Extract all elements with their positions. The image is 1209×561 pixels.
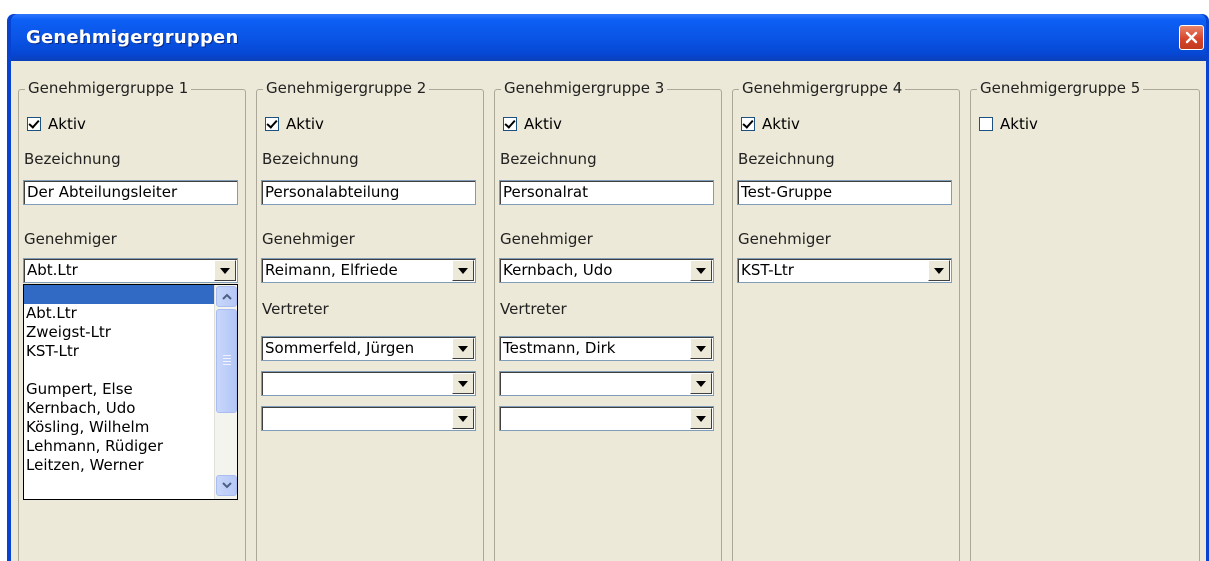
genehmiger-label: Genehmiger: [500, 230, 593, 248]
list-item[interactable]: Leitzen, Werner: [24, 456, 215, 475]
genehmiger-label: Genehmiger: [262, 230, 355, 248]
dropdown-button[interactable]: [690, 260, 712, 281]
chevron-down-icon: [458, 380, 468, 387]
chevron-down-icon: [458, 345, 468, 352]
aktiv-checkbox[interactable]: Aktiv: [979, 115, 1038, 133]
dropdown-button[interactable]: [214, 260, 236, 281]
aktiv-label: Aktiv: [286, 115, 324, 133]
vertreter-combo-2[interactable]: [499, 371, 714, 396]
close-icon: [1185, 31, 1198, 44]
vertreter-combo-3[interactable]: [499, 406, 714, 431]
checkbox-checked-icon[interactable]: [265, 117, 279, 131]
list-item[interactable]: Kösling, Wilhelm: [24, 418, 215, 437]
group-title: Genehmigergruppe 4: [739, 79, 906, 97]
group-title: Genehmigergruppe 5: [977, 79, 1144, 97]
genehmiger-label: Genehmiger: [24, 230, 117, 248]
group-5: Genehmigergruppe 5 Aktiv: [970, 79, 1200, 561]
genehmiger-value: Reimann, Elfriede: [265, 261, 398, 279]
title-bar[interactable]: Genehmigergruppen: [11, 14, 1206, 61]
dropdown-button[interactable]: [928, 260, 950, 281]
genehmiger-combo[interactable]: Abt.Ltr: [23, 258, 238, 283]
scroll-thumb[interactable]: [216, 309, 237, 413]
genehmiger-dropdown-list[interactable]: Abt.Ltr Zweigst-Ltr KST-Ltr Gumpert, Els…: [23, 284, 238, 500]
chevron-down-icon: [934, 267, 944, 274]
dialog-window: Genehmigergruppen Genehmigergruppe 1 Akt…: [7, 14, 1209, 561]
chevron-down-icon: [221, 482, 232, 489]
list-item[interactable]: [24, 285, 215, 304]
dropdown-button[interactable]: [452, 408, 474, 429]
group-title: Genehmigergruppe 3: [501, 79, 668, 97]
aktiv-checkbox[interactable]: Aktiv: [741, 115, 800, 133]
chevron-down-icon: [696, 345, 706, 352]
list-item[interactable]: Lehmann, Rüdiger: [24, 437, 215, 456]
window-title: Genehmigergruppen: [26, 27, 239, 48]
aktiv-label: Aktiv: [762, 115, 800, 133]
bezeichnung-label: Bezeichnung: [24, 150, 121, 168]
bezeichnung-field[interactable]: Test-Gruppe: [737, 180, 952, 205]
aktiv-checkbox[interactable]: Aktiv: [265, 115, 324, 133]
scrollbar[interactable]: [214, 285, 237, 499]
vertreter-label: Vertreter: [500, 300, 567, 318]
vertreter-combo-3[interactable]: [261, 406, 476, 431]
checkbox-unchecked-icon[interactable]: [979, 117, 993, 131]
dropdown-button[interactable]: [452, 338, 474, 359]
vertreter-combo-2[interactable]: [261, 371, 476, 396]
dropdown-button[interactable]: [690, 408, 712, 429]
vertreter-value: Testmann, Dirk: [503, 339, 616, 357]
genehmiger-combo[interactable]: Reimann, Elfriede: [261, 258, 476, 283]
genehmiger-value: KST-Ltr: [741, 261, 794, 279]
chevron-down-icon: [458, 267, 468, 274]
group-4: Genehmigergruppe 4 Aktiv Bezeichnung Tes…: [732, 79, 960, 561]
vertreter-combo-1[interactable]: Testmann, Dirk: [499, 336, 714, 361]
list-item[interactable]: KST-Ltr: [24, 342, 215, 361]
dialog-body: Genehmigergruppe 1 Aktiv Bezeichnung Der…: [11, 61, 1206, 561]
genehmiger-value: Kernbach, Udo: [503, 261, 613, 279]
genehmiger-value: Abt.Ltr: [27, 261, 78, 279]
vertreter-value: Sommerfeld, Jürgen: [265, 339, 415, 357]
genehmiger-combo[interactable]: KST-Ltr: [737, 258, 952, 283]
list-item[interactable]: [24, 361, 215, 380]
aktiv-label: Aktiv: [524, 115, 562, 133]
checkbox-checked-icon[interactable]: [503, 117, 517, 131]
vertreter-label: Vertreter: [262, 300, 329, 318]
chevron-down-icon: [696, 380, 706, 387]
dropdown-button[interactable]: [690, 338, 712, 359]
bezeichnung-field[interactable]: Der Abteilungsleiter: [23, 180, 238, 205]
vertreter-combo-1[interactable]: Sommerfeld, Jürgen: [261, 336, 476, 361]
scroll-up-button[interactable]: [216, 286, 237, 307]
chevron-down-icon: [458, 415, 468, 422]
bezeichnung-field[interactable]: Personalrat: [499, 180, 714, 205]
close-button[interactable]: [1179, 25, 1204, 50]
chevron-down-icon: [220, 267, 230, 274]
group-1: Genehmigergruppe 1 Aktiv Bezeichnung Der…: [18, 79, 246, 561]
list-item[interactable]: Gumpert, Else: [24, 380, 215, 399]
dropdown-button[interactable]: [452, 260, 474, 281]
aktiv-checkbox[interactable]: Aktiv: [503, 115, 562, 133]
scroll-down-button[interactable]: [216, 475, 237, 496]
checkbox-checked-icon[interactable]: [27, 117, 41, 131]
dropdown-button[interactable]: [690, 373, 712, 394]
checkbox-checked-icon[interactable]: [741, 117, 755, 131]
aktiv-checkbox[interactable]: Aktiv: [27, 115, 86, 133]
chevron-up-icon: [221, 293, 232, 300]
group-title: Genehmigergruppe 2: [263, 79, 430, 97]
group-title: Genehmigergruppe 1: [25, 79, 192, 97]
aktiv-label: Aktiv: [48, 115, 86, 133]
bezeichnung-field[interactable]: Personalabteilung: [261, 180, 476, 205]
bezeichnung-label: Bezeichnung: [738, 150, 835, 168]
list-item[interactable]: Kernbach, Udo: [24, 399, 215, 418]
chevron-down-icon: [696, 267, 706, 274]
bezeichnung-label: Bezeichnung: [262, 150, 359, 168]
chevron-down-icon: [696, 415, 706, 422]
aktiv-label: Aktiv: [1000, 115, 1038, 133]
group-2: Genehmigergruppe 2 Aktiv Bezeichnung Per…: [256, 79, 484, 561]
group-3: Genehmigergruppe 3 Aktiv Bezeichnung Per…: [494, 79, 722, 561]
genehmiger-combo[interactable]: Kernbach, Udo: [499, 258, 714, 283]
list-item[interactable]: Zweigst-Ltr: [24, 323, 215, 342]
bezeichnung-label: Bezeichnung: [500, 150, 597, 168]
dropdown-button[interactable]: [452, 373, 474, 394]
list-item[interactable]: Abt.Ltr: [24, 304, 215, 323]
genehmiger-label: Genehmiger: [738, 230, 831, 248]
